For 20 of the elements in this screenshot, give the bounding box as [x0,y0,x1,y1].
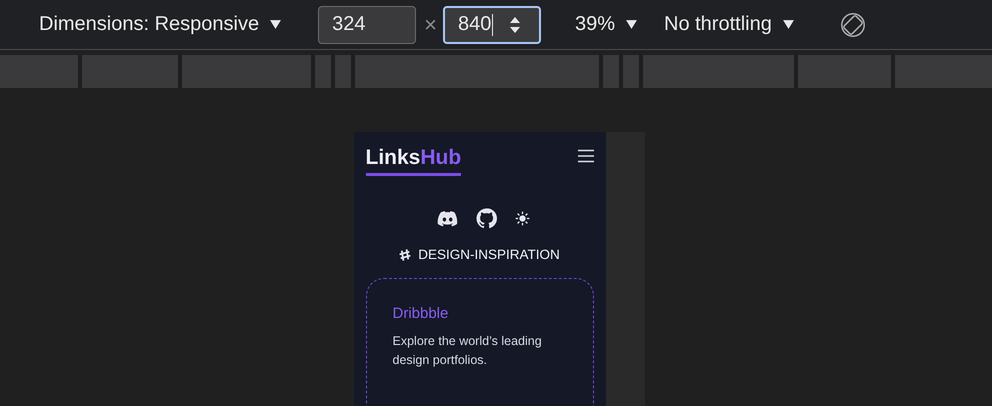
card-title[interactable]: Dribbble [392,305,566,322]
times-sign: × [424,12,437,38]
hashtag-icon [399,248,412,260]
section-title: DESIGN-INSPIRATION [418,247,560,262]
zoom-dropdown[interactable]: 39% [568,13,644,36]
discord-icon[interactable] [437,210,458,227]
caret-icon [782,19,795,30]
height-field[interactable]: 840 [442,6,541,44]
caret-icon [269,19,282,30]
caret-icon [625,19,638,30]
menu-icon[interactable] [578,149,594,163]
sun-icon[interactable] [515,211,530,226]
width-field[interactable]: 324 [318,6,416,44]
rotate-icon[interactable] [838,10,867,38]
github-icon[interactable] [476,208,497,229]
logo[interactable]: LinksHub [366,146,462,176]
card-description: Explore the world’s leading design portfolios. [392,333,543,369]
throttling-dropdown[interactable]: No throttling [658,13,801,36]
link-card[interactable]: Dribbble Explore the world’s leading design portfolios. [366,278,594,406]
dimensions-dropdown[interactable]: Dimensions: Responsive [33,13,288,36]
